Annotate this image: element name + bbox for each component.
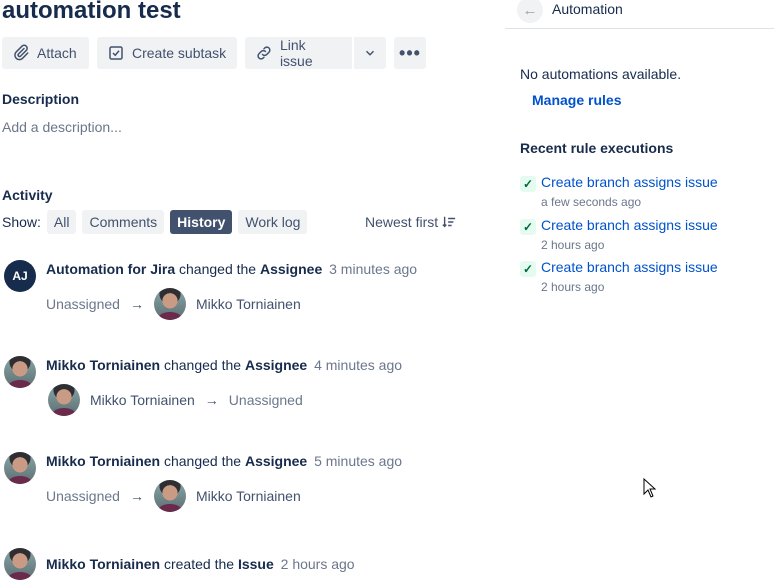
arrow-right-icon: → (129, 488, 144, 504)
subtask-icon (109, 46, 123, 60)
check-icon: ✓ (520, 219, 536, 235)
automation-panel-title: Automation (552, 1, 623, 17)
more-actions-button[interactable]: ••• (394, 37, 426, 69)
activity-filter-bar: Show: All Comments History Work log (2, 210, 308, 234)
history-field: Issue (237, 556, 274, 572)
check-icon: ✓ (520, 261, 536, 277)
from-value: Unassigned (46, 296, 120, 312)
link-icon (257, 46, 271, 60)
history-time: 5 minutes ago (314, 453, 403, 469)
create-subtask-button[interactable]: Create subtask (97, 37, 237, 69)
filter-all[interactable]: All (46, 210, 77, 234)
history-field: Assignee (244, 357, 308, 373)
actor-name[interactable]: Automation for Jira (46, 261, 175, 277)
create-subtask-label: Create subtask (132, 45, 227, 61)
avatar[interactable] (4, 356, 36, 388)
avatar[interactable] (4, 452, 36, 484)
link-issue-label: Link issue (279, 37, 313, 69)
description-field[interactable]: Add a description... (2, 119, 122, 135)
rule-execution-link[interactable]: Create branch assigns issue (541, 217, 718, 233)
mouse-cursor-icon (643, 478, 657, 498)
avatar (48, 384, 80, 416)
automation-panel-header: ← Automation (505, 0, 774, 29)
history-change: Unassigned → Mikko Torniainen (46, 288, 301, 320)
history-time: 4 minutes ago (314, 357, 403, 373)
from-value: Unassigned (46, 488, 120, 504)
rule-execution-time: 2 hours ago (541, 238, 605, 252)
manage-rules-link[interactable]: Manage rules (532, 92, 621, 108)
link-issue-dropdown[interactable] (354, 37, 386, 69)
history-summary: Automation for Jira changed the Assignee… (46, 261, 417, 277)
filter-comments[interactable]: Comments (82, 210, 165, 234)
filter-history[interactable]: History (170, 210, 233, 234)
arrow-right-icon: → (204, 392, 219, 408)
link-issue-button[interactable]: Link issue (245, 37, 352, 69)
avatar[interactable]: AJ (4, 260, 36, 292)
sort-toggle[interactable]: Newest first (365, 214, 456, 230)
no-automations-text: No automations available. (520, 66, 682, 82)
recent-executions-heading: Recent rule executions (520, 140, 674, 156)
history-verb: changed the (179, 261, 257, 277)
back-arrow-icon[interactable]: ← (517, 0, 543, 23)
rule-execution-time: a few seconds ago (541, 195, 642, 209)
description-heading: Description (2, 91, 80, 107)
from-value: Mikko Torniainen (90, 392, 195, 408)
sort-label: Newest first (365, 214, 439, 230)
actor-name[interactable]: Mikko Torniainen (46, 453, 160, 469)
history-summary: Mikko Torniainen changed the Assignee 5 … (46, 453, 402, 469)
to-value: Unassigned (228, 392, 303, 408)
activity-heading: Activity (2, 187, 53, 203)
attach-button[interactable]: Attach (2, 37, 89, 69)
arrow-right-icon: → (129, 296, 144, 312)
history-summary: Mikko Torniainen changed the Assignee 4 … (46, 357, 402, 373)
history-time: 3 minutes ago (329, 261, 418, 277)
sort-icon (442, 216, 456, 228)
avatar[interactable] (4, 548, 36, 580)
to-value: Mikko Torniainen (195, 296, 301, 312)
history-verb: changed the (163, 357, 242, 373)
show-label: Show: (2, 214, 41, 230)
check-icon: ✓ (520, 176, 536, 192)
history-verb: changed the (163, 453, 242, 469)
filter-work-log[interactable]: Work log (238, 210, 308, 234)
history-time: 2 hours ago (280, 556, 355, 572)
actor-name[interactable]: Mikko Torniainen (46, 357, 160, 373)
avatar (153, 480, 186, 512)
rule-execution-time: 2 hours ago (541, 280, 605, 294)
paperclip-icon (14, 44, 29, 61)
more-icon: ••• (399, 43, 421, 63)
actor-name[interactable]: Mikko Torniainen (46, 556, 160, 572)
history-change: Mikko Torniainen → Unassigned (48, 384, 303, 416)
history-summary: Mikko Torniainen created the Issue 2 hou… (46, 556, 355, 572)
rule-execution-link[interactable]: Create branch assigns issue (541, 174, 718, 190)
rule-execution-link[interactable]: Create branch assigns issue (541, 259, 718, 275)
attach-label: Attach (37, 45, 77, 61)
history-field: Assignee (259, 261, 323, 277)
history-change: Unassigned → Mikko Torniainen (46, 480, 301, 512)
issue-title[interactable]: automation test (2, 0, 181, 25)
to-value: Mikko Torniainen (195, 488, 301, 504)
avatar (153, 288, 186, 320)
history-field: Assignee (244, 453, 308, 469)
chevron-down-icon (365, 50, 375, 56)
history-verb: created the (163, 556, 235, 572)
